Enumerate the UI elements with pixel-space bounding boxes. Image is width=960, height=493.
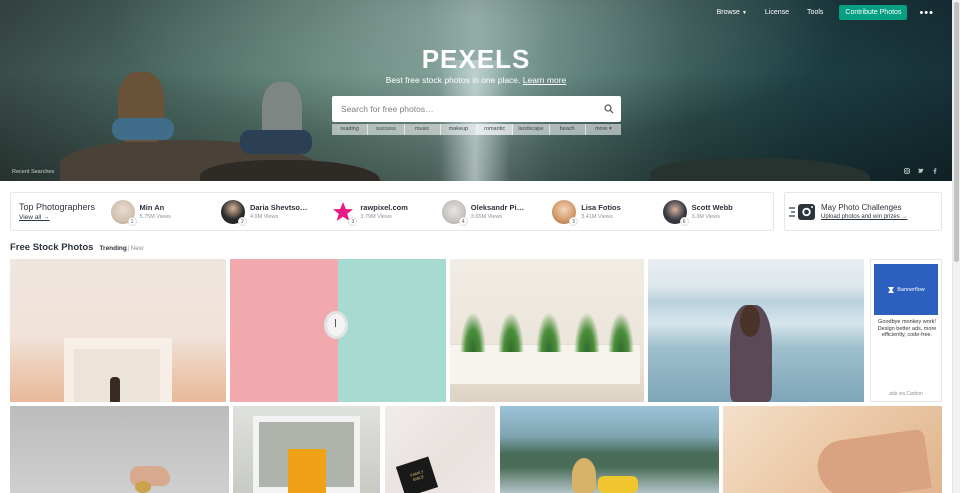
tag-more[interactable]: more ▾ — [586, 124, 621, 135]
photo-desert-wall[interactable] — [10, 259, 226, 402]
carbon-ad[interactable]: Bannerflow Goodbye monkey work! Design b… — [870, 259, 942, 402]
tag-beach[interactable]: beach — [550, 124, 586, 135]
photo-black-book[interactable]: FAMILY BIBLE — [385, 406, 495, 493]
photo-orange-door[interactable] — [233, 406, 380, 493]
challenge-link[interactable]: Upload photos and win prizes → — [821, 214, 907, 220]
social-links — [904, 168, 938, 174]
instagram-icon[interactable] — [904, 168, 910, 174]
challenge-title: May Photo Challenges — [821, 203, 902, 212]
tab-new[interactable]: New — [131, 245, 144, 252]
avatar: 3 — [331, 199, 358, 226]
ad-text[interactable]: Goodbye monkey work! Design better ads, … — [875, 319, 939, 339]
bannerflow-logo-icon — [888, 286, 895, 293]
photographer-item[interactable]: 2 Daria Shevtso… 4.9M Views — [220, 199, 331, 226]
avatar: 4 — [441, 199, 468, 226]
more-menu-icon[interactable]: ••• — [919, 7, 934, 18]
photo-mountain-lake[interactable] — [500, 406, 719, 493]
ads-via-carbon-link[interactable]: ads via Carbon — [871, 391, 941, 397]
recent-searches-link[interactable]: Recent Searches — [12, 169, 54, 175]
search-input[interactable]: Search for free photos… — [332, 104, 597, 114]
tab-trending[interactable]: Trending — [99, 245, 126, 252]
nav-tools[interactable]: Tools — [807, 9, 823, 16]
nav-browse[interactable]: Browse ▼ — [717, 9, 747, 16]
tag-music[interactable]: music — [405, 124, 441, 135]
photo-glacier-lagoon[interactable] — [648, 259, 864, 402]
free-stock-photos-header: Free Stock Photos Trending | New — [10, 242, 144, 253]
photo-alarm-clock[interactable] — [230, 259, 446, 402]
facebook-icon[interactable] — [932, 168, 938, 174]
photo-succulents[interactable] — [450, 259, 644, 402]
tag-romantic[interactable]: romantic — [477, 124, 514, 135]
hero-banner: Browse ▼ License Tools Contribute Photos … — [0, 0, 952, 181]
pexels-logo[interactable]: PEXELS — [0, 44, 952, 75]
avatar: 1 — [110, 199, 137, 226]
chevron-down-icon: ▼ — [741, 10, 747, 16]
top-nav: Browse ▼ License Tools Contribute Photos … — [699, 5, 934, 20]
contribute-photos-button[interactable]: Contribute Photos — [839, 5, 908, 20]
search-tags: reading success music makeup romantic la… — [332, 124, 621, 135]
scrollbar-thumb[interactable] — [954, 2, 959, 262]
tag-landscape[interactable]: landscape — [513, 124, 550, 135]
learn-more-link[interactable]: Learn more — [523, 75, 566, 85]
avatar: 2 — [220, 199, 247, 226]
tag-makeup[interactable]: makeup — [441, 124, 477, 135]
photographer-item[interactable]: 5 Lisa Fotios 3.41M Views — [552, 199, 662, 226]
twitter-icon[interactable] — [918, 168, 924, 174]
ad-image[interactable]: Bannerflow — [874, 264, 938, 315]
pexels-page: Browse ▼ License Tools Contribute Photos … — [0, 0, 960, 493]
page-scrollbar[interactable] — [952, 0, 960, 493]
search-bar: Search for free photos… — [332, 96, 621, 122]
tag-reading[interactable]: reading — [332, 124, 369, 135]
search-icon[interactable] — [597, 96, 621, 122]
photographer-item[interactable]: 1 Min An 5.75M Views — [110, 199, 221, 226]
hero-tagline: Best free stock photos in one place. Lea… — [385, 75, 567, 85]
section-title: Free Stock Photos — [10, 242, 94, 253]
tag-success[interactable]: success — [368, 124, 405, 135]
nav-license[interactable]: License — [765, 9, 789, 16]
photo-challenges-card[interactable]: May Photo Challenges Upload photos and w… — [784, 192, 942, 231]
avatar: 6 — [662, 199, 689, 226]
view-all-link[interactable]: View all → — [19, 214, 111, 221]
top-photographers-title: Top Photographers — [19, 202, 96, 212]
camera-icon — [785, 192, 821, 231]
photo-hand-bitcoin[interactable] — [10, 406, 229, 493]
clock-image — [324, 311, 348, 339]
photographer-item[interactable]: 3 rawpixel.com 3.79M Views — [331, 199, 441, 226]
photographer-item[interactable]: 6 Scott Webb 3.3M Views — [662, 199, 773, 226]
photo-open-hand[interactable] — [723, 406, 942, 493]
avatar: 5 — [552, 199, 579, 226]
top-photographers-bar: Top Photographers View all → 1 Min An 5.… — [10, 192, 774, 231]
photographer-item[interactable]: 4 Oleksandr Pi… 3.65M Views — [441, 199, 552, 226]
